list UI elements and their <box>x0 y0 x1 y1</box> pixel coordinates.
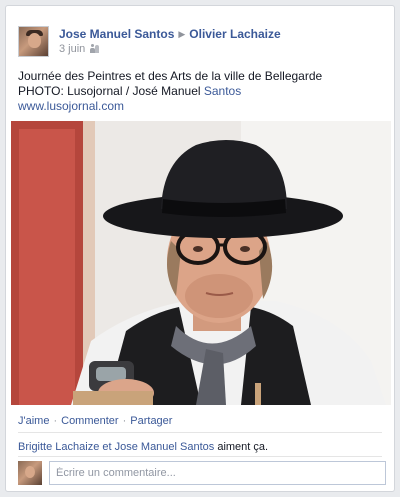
author-name-link[interactable]: Jose Manuel Santos <box>59 27 174 41</box>
actions-divider <box>18 432 382 433</box>
post-text-line1: Journée des Peintres et des Arts de la v… <box>18 69 323 83</box>
comment-action[interactable]: Commenter <box>61 415 118 427</box>
post-names: Jose Manuel Santos ▶ Olivier Lachaize <box>59 27 281 41</box>
share-action[interactable]: Partager <box>130 415 172 427</box>
friends-icon[interactable] <box>90 44 100 53</box>
viewer-avatar <box>18 461 42 485</box>
likes-suffix: aiment ça. <box>214 441 269 453</box>
santos-link[interactable]: Santos <box>204 84 241 98</box>
post-date-link[interactable]: 3 juin <box>59 43 85 55</box>
action-separator: · <box>122 415 127 427</box>
post-meta: 3 juin <box>59 43 100 55</box>
external-url-link[interactable]: www.lusojornal.com <box>18 99 388 114</box>
likers-link[interactable]: Brigitte Lachaize et Jose Manuel Santos <box>18 441 214 453</box>
comment-input[interactable] <box>49 461 386 485</box>
action-separator: · <box>53 415 58 427</box>
post-text-line2: PHOTO: Lusojornal / José Manuel Santos <box>18 84 388 99</box>
avatar-face <box>28 33 41 48</box>
viewer-avatar-face <box>25 466 35 478</box>
post-text: Journée des Peintres et des Arts de la v… <box>18 69 388 114</box>
like-action[interactable]: J'aime <box>18 415 49 427</box>
arrow-right-icon: ▶ <box>178 29 186 39</box>
likes-summary: Brigitte Lachaize et Jose Manuel Santos … <box>18 441 268 453</box>
author-avatar[interactable] <box>18 26 49 57</box>
portrait-photo-illustration <box>11 121 391 405</box>
post-actions: J'aime · Commenter · Partager <box>18 415 172 427</box>
post-card: Jose Manuel Santos ▶ Olivier Lachaize 3 ju… <box>5 5 395 492</box>
post-photo[interactable] <box>11 121 391 405</box>
comment-composer <box>18 461 386 487</box>
likes-divider <box>18 456 382 457</box>
photo-credit-text: PHOTO: Lusojornal / José Manuel <box>18 84 204 98</box>
recipient-name-link[interactable]: Olivier Lachaize <box>189 27 280 41</box>
